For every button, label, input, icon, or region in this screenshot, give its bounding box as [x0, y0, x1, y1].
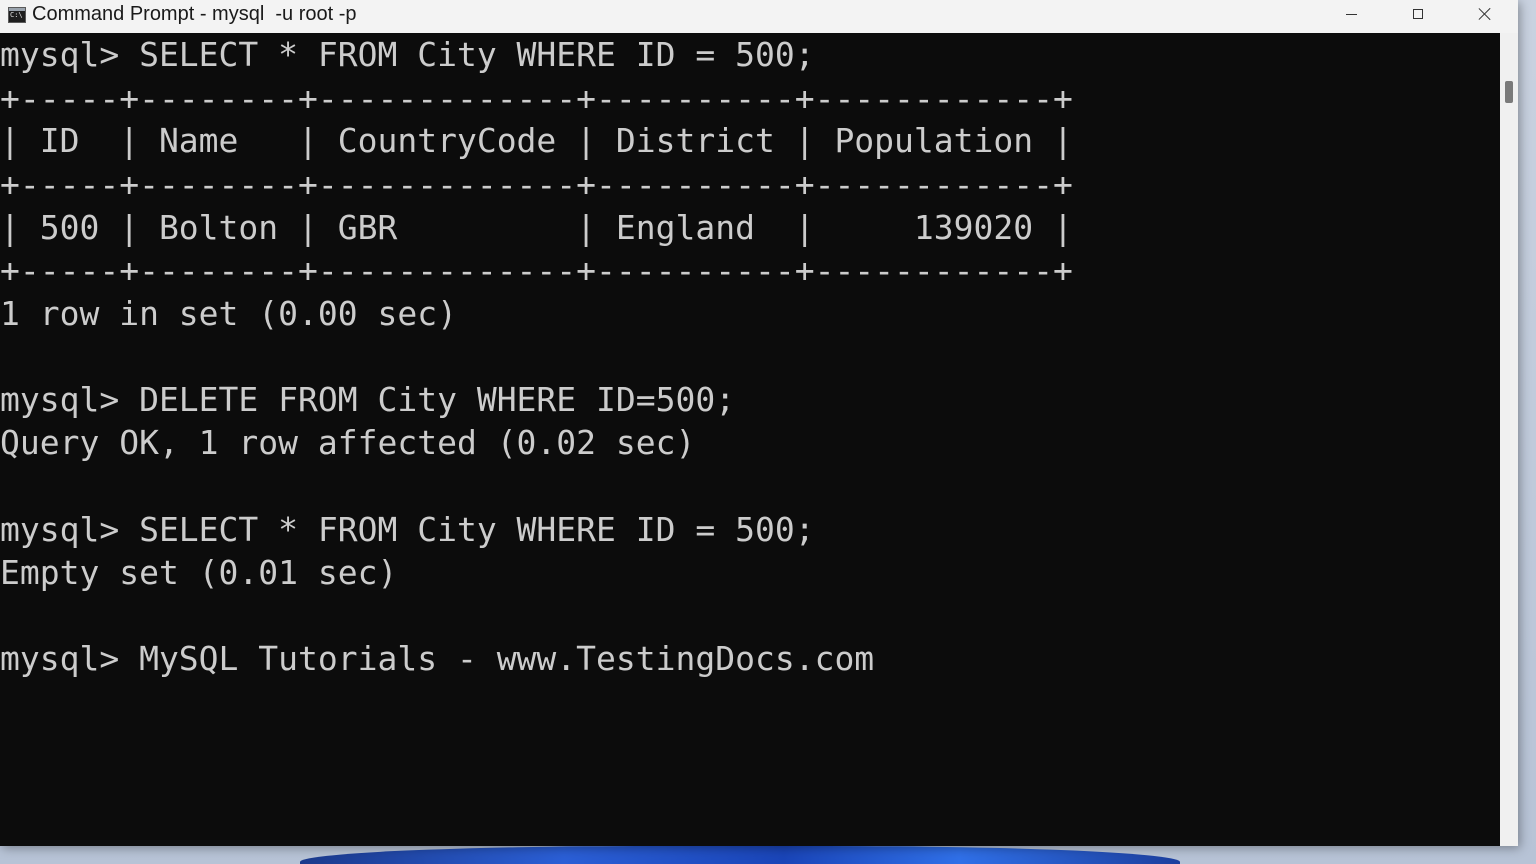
wallpaper: [300, 846, 1180, 864]
table-header: | ID | Name | CountryCode | District | P…: [0, 121, 1073, 160]
console-line: mysql> SELECT * FROM City WHERE ID = 500…: [0, 35, 815, 74]
console-line: 1 row in set (0.00 sec): [0, 294, 457, 333]
table-border: +-----+--------+-------------+----------…: [0, 251, 1073, 290]
console-line: Empty set (0.01 sec): [0, 553, 398, 592]
maximize-icon: [1413, 9, 1423, 19]
vertical-scrollbar[interactable]: [1500, 33, 1518, 846]
table-border: +-----+--------+-------------+----------…: [0, 165, 1073, 204]
console-line: Query OK, 1 row affected (0.02 sec): [0, 423, 696, 462]
title-bar[interactable]: Command Prompt - mysql -u root -p: [0, 0, 1518, 33]
maximize-button[interactable]: [1385, 0, 1451, 28]
close-icon: [1478, 7, 1492, 21]
table-border: +-----+--------+-------------+----------…: [0, 79, 1073, 118]
console-output[interactable]: mysql> SELECT * FROM City WHERE ID = 500…: [0, 33, 1500, 846]
console-line: mysql> MySQL Tutorials - www.TestingDocs…: [0, 639, 875, 678]
cmd-icon[interactable]: [8, 7, 26, 23]
table-row: | 500 | Bolton | GBR | England | 139020 …: [0, 208, 1073, 247]
command-prompt-window: Command Prompt - mysql -u root -p mysql>…: [0, 0, 1518, 846]
minimize-icon: [1345, 13, 1357, 15]
scrollbar-thumb[interactable]: [1505, 81, 1513, 103]
desktop: Command Prompt - mysql -u root -p mysql>…: [0, 0, 1536, 864]
window-title: Command Prompt - mysql -u root -p: [32, 3, 357, 25]
console-line: mysql> DELETE FROM City WHERE ID=500;: [0, 380, 736, 419]
console-line: mysql> SELECT * FROM City WHERE ID = 500…: [0, 510, 815, 549]
minimize-button[interactable]: [1318, 0, 1384, 28]
close-button[interactable]: [1452, 0, 1518, 28]
